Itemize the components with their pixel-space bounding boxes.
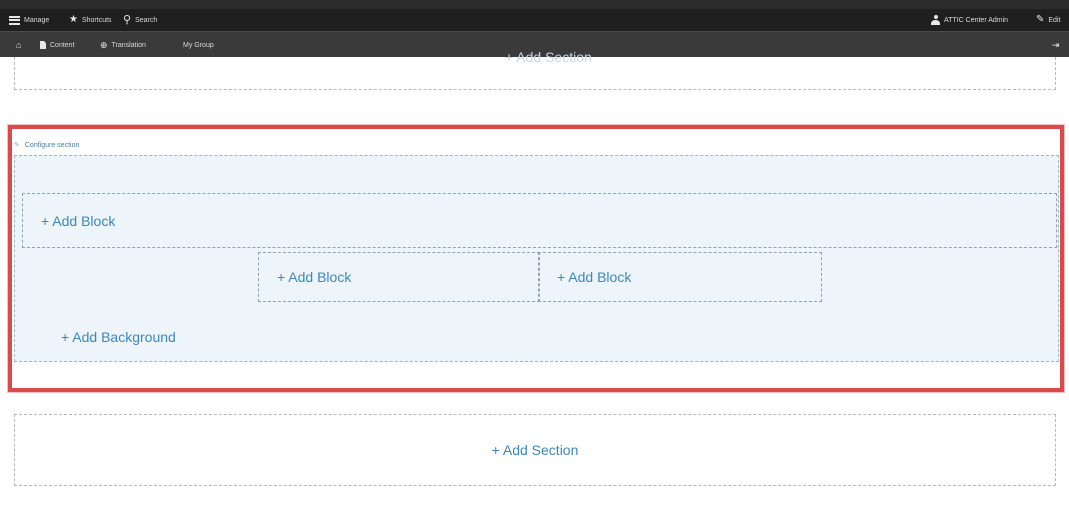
edit-label: Edit [1048, 16, 1061, 24]
my-group-label: My Group [183, 41, 214, 49]
content-label: Content [50, 41, 75, 49]
add-block-right-link[interactable]: + Add Block [557, 269, 631, 285]
user-label: ATTIC Center Admin [944, 16, 1009, 24]
home-icon: ⌂ [16, 39, 22, 50]
add-section-link[interactable]: + Add Section [492, 442, 579, 458]
my-group-link[interactable]: My Group [183, 32, 214, 58]
manage-label: Manage [24, 16, 50, 24]
add-background-link[interactable]: + Add Background [61, 329, 176, 345]
manage-menu-button[interactable]: Manage [9, 9, 49, 31]
globe-icon: ⊕ [100, 39, 108, 50]
add-section-dropzone: + Add Section [14, 414, 1056, 486]
shortcuts-label: Shortcuts [81, 16, 112, 24]
block-zone-left: + Add Block [258, 252, 540, 302]
edit-button[interactable]: ✎ Edit [1036, 9, 1060, 31]
toolbar-top-bar: Manage ★ Shortcuts ⚲ Search ATTIC Center… [0, 9, 1069, 31]
document-icon [40, 41, 46, 49]
configure-section-label: Configure section [24, 141, 80, 149]
translation-link[interactable]: ⊕ Translation [100, 32, 146, 58]
user-icon [931, 15, 940, 25]
add-block-left-link[interactable]: + Add Block [277, 269, 351, 285]
star-icon: ★ [69, 14, 78, 25]
configure-section-link[interactable]: ✎ Configure section [14, 141, 80, 150]
search-button[interactable]: ⚲ Search [123, 9, 157, 31]
block-zone-top: + Add Block [22, 193, 1057, 248]
orientation-toggle-button[interactable]: ⇥ [1052, 32, 1060, 58]
orientation-toggle-icon: ⇥ [1052, 39, 1060, 50]
pencil-icon: ✎ [1036, 14, 1045, 25]
user-menu-button[interactable]: ATTIC Center Admin [931, 9, 1008, 31]
add-block-top-link[interactable]: + Add Block [41, 213, 115, 229]
home-button[interactable]: ⌂ [16, 32, 21, 58]
content-link[interactable]: Content [40, 32, 75, 58]
previous-section-dropzone: + Add Section [14, 49, 1056, 90]
block-zone-right: + Add Block [538, 252, 822, 302]
search-icon: ⚲ [123, 13, 132, 26]
hamburger-icon [9, 15, 20, 25]
search-label: Search [135, 16, 158, 24]
previous-add-section-link[interactable]: + Add Section [505, 49, 592, 65]
pencil-icon: ✎ [14, 142, 20, 149]
translation-label: Translation [111, 41, 146, 49]
shortcuts-button[interactable]: ★ Shortcuts [69, 9, 112, 31]
